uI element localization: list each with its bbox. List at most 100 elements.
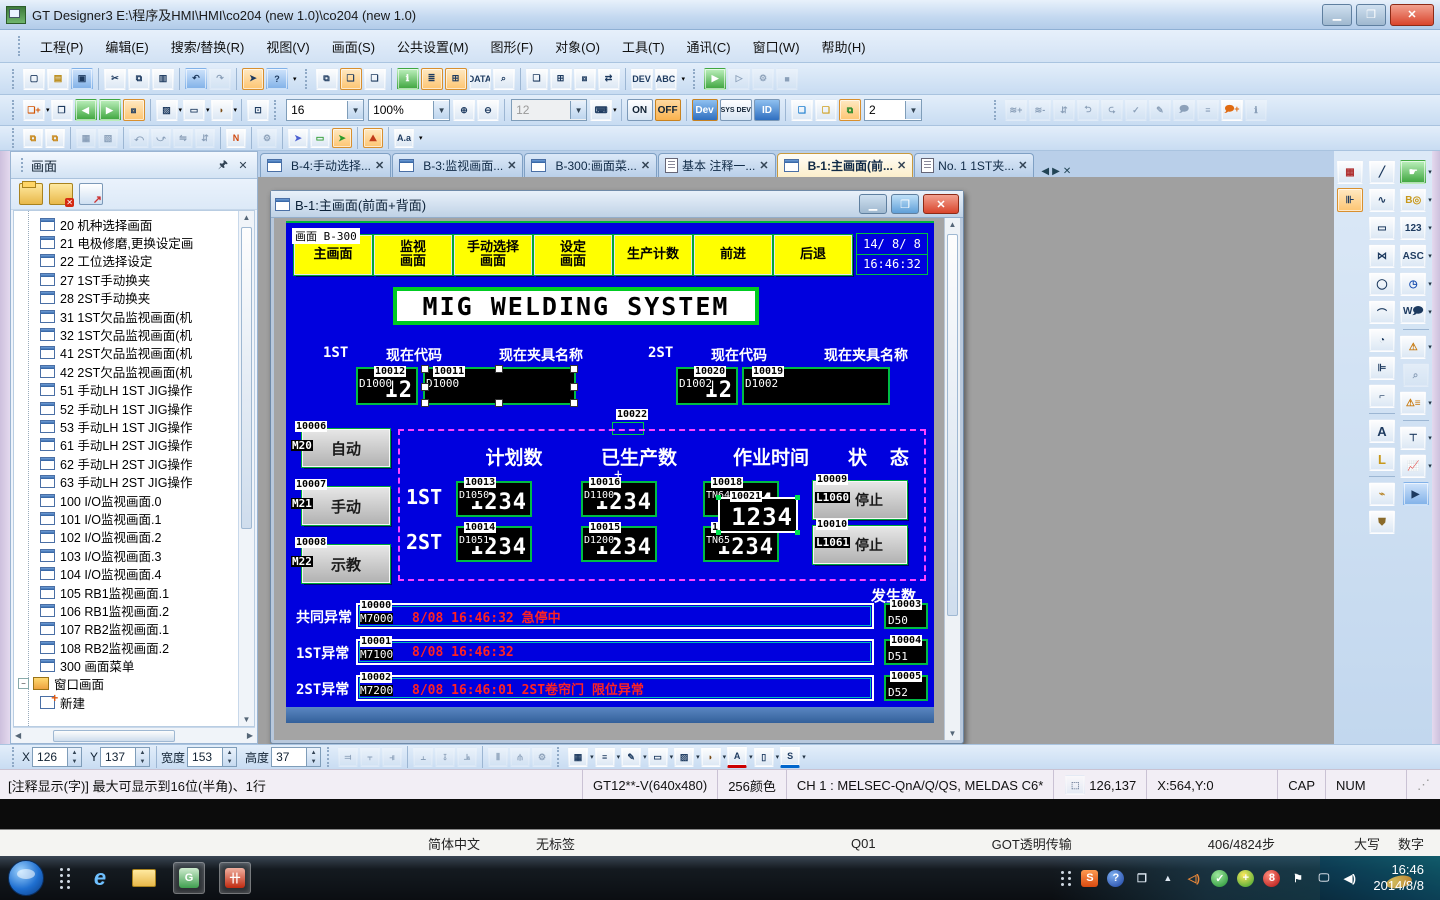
tray-clock[interactable]: 16:46 2014/8/8 <box>1367 862 1434 894</box>
comment-del-icon[interactable]: ≋- <box>1029 99 1051 121</box>
font-size-combo[interactable]: 16▼ <box>286 99 364 121</box>
open-screen-icon[interactable]: ❐ <box>51 99 73 121</box>
overlay-field-selected[interactable]: 10021 1234 <box>718 497 798 533</box>
tree-item[interactable]: 101 I/O监视画面.1 <box>40 509 238 527</box>
menu-window[interactable]: 窗口(W) <box>743 33 810 60</box>
tree-item[interactable]: 21 电极修磨,更换设定画 <box>40 233 238 251</box>
report-icon[interactable]: ⊪ <box>1337 188 1363 212</box>
move-back-icon[interactable]: ⧉ <box>45 128 65 148</box>
flip-v-icon[interactable]: ⇵ <box>195 128 215 148</box>
taskbar-gxworks-icon[interactable]: G <box>173 862 205 894</box>
tree-item[interactable]: 105 RB1监视画面.1 <box>40 583 238 601</box>
st2-code-field[interactable]: 10020 D1002 12 <box>676 367 738 405</box>
frame-color-icon[interactable]: ▭ <box>648 747 668 767</box>
sim-start-icon[interactable]: ▶ <box>704 68 726 90</box>
id-toggle[interactable]: ID <box>754 99 780 121</box>
alarm2-display[interactable]: 8/08 16:46:32 10001 M7100 <box>356 639 874 665</box>
menu-comm[interactable]: 通讯(C) <box>677 33 741 60</box>
paste-icon[interactable]: ▥ <box>152 68 174 90</box>
paint-brush-icon[interactable]: ⌁ <box>1369 482 1395 506</box>
alarm-history-icon[interactable]: ⚠ <box>1400 335 1426 359</box>
comment-edit-icon[interactable]: ✎ <box>1149 99 1171 121</box>
overflow-icon[interactable]: ▾ <box>293 75 297 83</box>
graph-icon[interactable]: 📈 <box>1400 454 1426 478</box>
align-center-icon[interactable]: ⫟ <box>360 747 380 767</box>
sim-device-icon[interactable]: ▷ <box>728 68 750 90</box>
r1-done-field[interactable]: 10016 D1100 1234 <box>581 481 657 517</box>
menu-figure[interactable]: 图形(F) <box>481 33 544 60</box>
tree-item[interactable]: 102 I/O监视画面.2 <box>40 528 238 546</box>
zoom-out-icon[interactable]: ⊖ <box>477 99 499 121</box>
align-left-icon[interactable]: ⫤ <box>338 747 358 767</box>
undo-icon[interactable]: ↶ <box>185 68 207 90</box>
sim-stop-icon[interactable]: ■ <box>776 68 798 90</box>
new-screen-icon[interactable]: ❏+ <box>23 99 45 121</box>
hmi-button-manualsel[interactable]: 手动选择 画面 <box>454 235 532 275</box>
tray-shield-icon[interactable]: ✓ <box>1211 870 1228 887</box>
data-browser-icon[interactable]: ▦ <box>1337 160 1363 184</box>
document-window[interactable]: B-1:主画面(前面+背面) ▁ ❐ ✕ 画面 B-300 主画面 监视 画面 <box>270 190 964 744</box>
ungroup-icon[interactable]: ▧ <box>98 128 118 148</box>
hmi-title[interactable]: MIG WELDING SYSTEM <box>393 287 759 325</box>
tree-item[interactable]: 42 2ST欠品监视画面(机 <box>40 362 238 380</box>
redo-icon[interactable]: ↷ <box>209 68 231 90</box>
tree-item[interactable]: 103 I/O监视画面.3 <box>40 546 238 564</box>
front-layer-icon[interactable]: ❏ <box>791 99 813 121</box>
move-front-icon[interactable]: ⧉ <box>23 128 43 148</box>
close-icon[interactable]: ✕ <box>1018 159 1027 172</box>
pipe-icon[interactable]: ⌐ <box>1369 384 1395 408</box>
text-icon[interactable]: A <box>1369 419 1395 443</box>
hmi-button-monitor[interactable]: 监视 画面 <box>374 235 452 275</box>
doc-close-button[interactable]: ✕ <box>923 194 959 214</box>
alarm1-count-field[interactable]: 10003 D50 <box>884 603 928 629</box>
cut-icon[interactable]: ✂ <box>104 68 126 90</box>
tab-scroll-right-icon[interactable]: ▶ <box>1052 166 1060 177</box>
height-spinner[interactable]: 37▲▼ <box>271 747 321 767</box>
alarm-list-icon[interactable]: ⚠≡ <box>1400 391 1426 415</box>
grid-combo[interactable]: 12▼ <box>511 99 587 121</box>
close-icon[interactable]: ✕ <box>235 157 251 173</box>
tray-flag-icon[interactable]: ⚑ <box>1289 870 1306 887</box>
help-icon[interactable]: ? <box>266 68 288 90</box>
select-object-icon[interactable]: ➤ <box>332 128 352 148</box>
tree-item[interactable]: 63 手动LH 2ST JIG操作 <box>40 472 238 490</box>
tab-close-icon[interactable]: ✕ <box>1063 166 1071 177</box>
hmi-button-prodcount[interactable]: 生产计数 <box>614 235 692 275</box>
numerical-display-icon[interactable]: 123 <box>1400 216 1426 240</box>
lamp-icon[interactable]: B◎ <box>1400 188 1426 212</box>
device-list-icon[interactable]: DEV <box>631 68 653 90</box>
layer-combo[interactable]: 2▼ <box>864 99 922 121</box>
pin-icon[interactable]: 🖈 <box>215 157 231 173</box>
align-bottom-icon[interactable]: ⫡ <box>457 747 477 767</box>
line-icon[interactable]: ╱ <box>1369 160 1395 184</box>
text-underline-icon[interactable]: S <box>780 746 800 768</box>
close-icon[interactable]: ✕ <box>641 159 650 172</box>
x-spinner[interactable]: 126▲▼ <box>32 747 82 767</box>
clock-icon[interactable]: ◷ <box>1400 272 1426 296</box>
comment-import-icon[interactable]: ⮌ <box>1077 99 1099 121</box>
save-windows-icon[interactable]: ⧈ <box>574 68 596 90</box>
comment-info-icon[interactable]: ℹ <box>1245 99 1267 121</box>
hmi-button-back[interactable]: 后退 <box>774 235 852 275</box>
menu-tools[interactable]: 工具(T) <box>612 33 675 60</box>
comment-merge-icon[interactable]: ⇵ <box>1053 99 1075 121</box>
tree-item[interactable]: 62 手动LH 2ST JIG操作 <box>40 454 238 472</box>
logo-icon[interactable]: L <box>1369 447 1395 471</box>
zoom-combo[interactable]: 100%▼ <box>368 99 450 121</box>
tree-item[interactable]: 104 I/O监视画面.4 <box>40 564 238 582</box>
distribute-h-icon[interactable]: ⫴ <box>488 747 508 767</box>
tile-windows-icon[interactable]: ⊞ <box>550 68 572 90</box>
taskbar-explorer-icon[interactable] <box>129 863 159 893</box>
screen-paste-icon[interactable]: ❏ <box>340 68 362 90</box>
tree-item[interactable]: 27 1ST手动换夹 <box>40 270 238 288</box>
comment-note-icon[interactable]: 🗩 <box>1173 99 1195 121</box>
edit-vertex-icon[interactable]: N <box>226 128 246 148</box>
tray-av-icon[interactable]: 8 <box>1263 870 1280 887</box>
select-area-icon[interactable]: ▭ <box>310 128 330 148</box>
paint-icon[interactable]: ◗ <box>211 99 233 121</box>
menu-common[interactable]: 公共设置(M) <box>387 33 479 60</box>
tree-item[interactable]: 31 1ST欠品监视画面(机 <box>40 307 238 325</box>
r2-status-button[interactable]: 10010 L1061 停止 <box>813 526 907 564</box>
scale-icon[interactable]: ⊫ <box>1369 356 1395 380</box>
resize-grip[interactable]: ⋰ <box>1406 770 1440 800</box>
